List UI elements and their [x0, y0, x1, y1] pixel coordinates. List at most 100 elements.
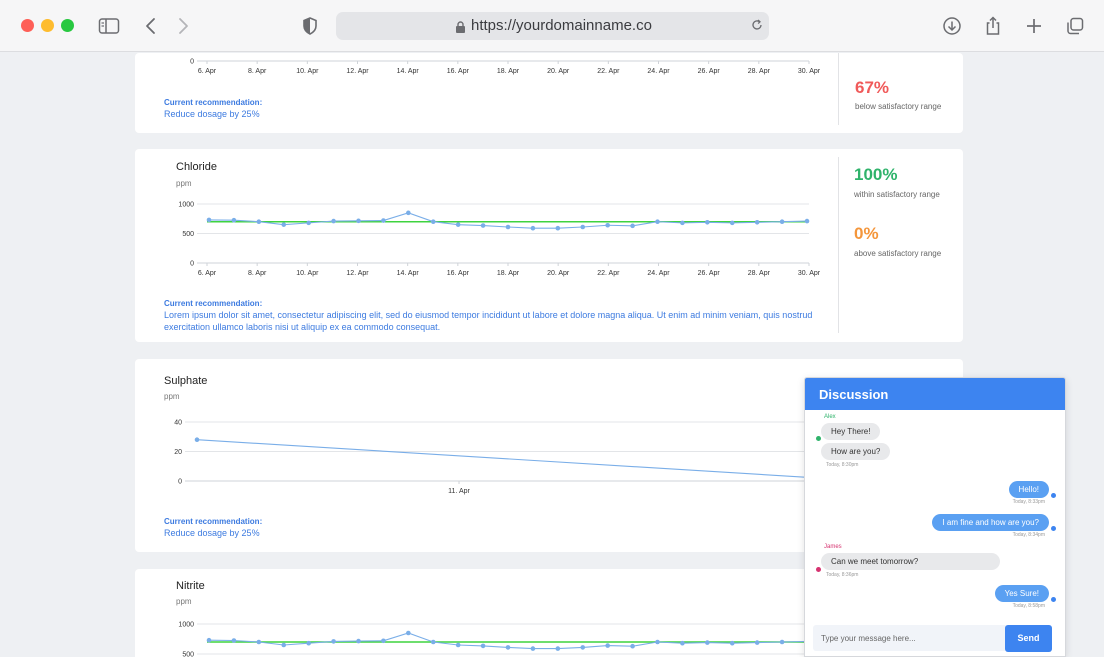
x-tick-label: 24. Apr [647, 68, 670, 75]
data-point [530, 225, 536, 231]
above-range-percent: 0% [854, 224, 879, 243]
download-icon[interactable] [940, 14, 964, 38]
share-icon[interactable] [981, 14, 1005, 38]
chat-message: Hey There! [821, 423, 881, 440]
data-point [356, 638, 361, 644]
data-point [779, 219, 785, 224]
data-point [630, 223, 635, 229]
x-tick-label: 20. Apr [547, 270, 570, 277]
data-point [406, 210, 411, 216]
sender-dot [816, 567, 821, 572]
within-range-percent: 100% [854, 165, 898, 184]
data-point [206, 217, 212, 223]
sender-name: Alex [824, 414, 836, 420]
recommendation-text: Reduce dosage by 25% [164, 528, 260, 538]
chat-message: How are you? [821, 443, 891, 460]
data-point [256, 219, 262, 224]
message-input[interactable] [813, 625, 1008, 651]
x-tick-label: 30. Apr [798, 270, 821, 277]
back-icon[interactable] [139, 14, 163, 38]
sidebar-toggle-icon[interactable] [97, 14, 121, 38]
x-tick-label: 18. Apr [497, 270, 520, 277]
data-point [655, 219, 660, 224]
address-bar[interactable]: https://yourdomainname.co [336, 12, 769, 40]
data-point [480, 223, 486, 228]
reload-icon[interactable] [750, 18, 764, 37]
y-tick-label: 1000 [178, 622, 194, 629]
data-point [505, 224, 511, 230]
x-tick-label: 10. Apr [296, 68, 319, 75]
data-point [754, 219, 760, 225]
x-tick-label: 30. Apr [798, 68, 821, 75]
y-tick-label: 1000 [178, 202, 194, 209]
y-tick-label: 0 [190, 59, 194, 66]
zoom-window-button[interactable] [61, 19, 74, 32]
new-tab-icon[interactable] [1022, 14, 1046, 38]
x-tick-label: 22. Apr [597, 68, 620, 75]
data-point [580, 645, 586, 650]
data-point [555, 646, 561, 651]
recommendation-label: Current recommendation: [164, 299, 263, 308]
data-point [580, 224, 586, 230]
below-range-percent: 67% [855, 78, 890, 97]
data-point [406, 630, 411, 636]
top-chart: 0 6. Apr 8. Apr 10. Apr 12. Apr 14. Apr 16. Ap… [190, 59, 821, 76]
message-time: Today, 8:33pm [1012, 499, 1045, 505]
close-window-button[interactable] [21, 19, 34, 32]
data-point [779, 639, 785, 645]
forward-icon[interactable] [171, 14, 195, 38]
data-point [705, 640, 710, 645]
minimize-window-button[interactable] [41, 19, 54, 32]
data-point [381, 638, 386, 644]
sender-name: James [824, 544, 842, 550]
x-tick-label: 26. Apr [698, 68, 721, 75]
x-tick-label: 8. Apr [248, 270, 267, 277]
chat-message: Hello! [1008, 481, 1049, 498]
message-time: Today, 8:34pm [1012, 532, 1045, 538]
series-line [196, 439, 820, 479]
send-button[interactable]: Send [1005, 625, 1052, 652]
x-tick-label: 16. Apr [447, 270, 470, 277]
x-tick-label: 10. Apr [296, 270, 319, 277]
message-time: Today, 8:36pm [826, 572, 859, 578]
data-point [630, 643, 635, 649]
data-point [331, 639, 336, 644]
x-tick-label: 24. Apr [647, 270, 670, 277]
data-point [705, 219, 710, 225]
data-point [754, 640, 760, 645]
chart-card-chloride: Chloride ppm 0 500 1000 6. Apr 8. Apr 10. Apr… [135, 149, 963, 342]
data-point [381, 218, 386, 223]
y-tick-label: 40 [174, 420, 182, 427]
data-point [356, 218, 361, 224]
data-point [430, 639, 436, 645]
privacy-shield-icon[interactable] [298, 14, 322, 38]
recommendation-text: Reduce dosage by 25% [164, 109, 260, 119]
discussion-panel: Discussion Alex Hey There! How are you? … [804, 377, 1066, 657]
card-divider [838, 53, 839, 125]
data-point [729, 220, 735, 226]
data-point [231, 638, 237, 643]
data-point [281, 642, 287, 648]
y-tick-label: 20 [174, 449, 182, 456]
x-tick-label: 22. Apr [597, 270, 620, 277]
data-point [256, 639, 262, 645]
within-range-label: within satisfactory range [854, 190, 940, 199]
data-point [605, 643, 610, 648]
sender-dot [1051, 493, 1056, 498]
x-tick-label: 14. Apr [397, 68, 420, 75]
lock-icon [455, 20, 466, 33]
x-tick-label: 12. Apr [346, 270, 369, 277]
sender-dot [1051, 597, 1056, 602]
y-tick-label: 500 [182, 652, 194, 657]
data-point [430, 219, 436, 224]
chart-card-top: 0 6. Apr 8. Apr 10. Apr 12. Apr 14. Apr 16. Ap… [135, 53, 963, 133]
data-point [306, 220, 311, 226]
data-point [680, 640, 685, 646]
x-tick-label: 28. Apr [748, 270, 771, 277]
y-tick-label: 0 [190, 261, 194, 268]
above-range-label: above satisfactory range [854, 249, 942, 258]
tab-overview-icon[interactable] [1063, 14, 1087, 38]
chart-unit: ppm [164, 392, 180, 401]
data-point [480, 643, 486, 649]
data-point [530, 646, 536, 651]
